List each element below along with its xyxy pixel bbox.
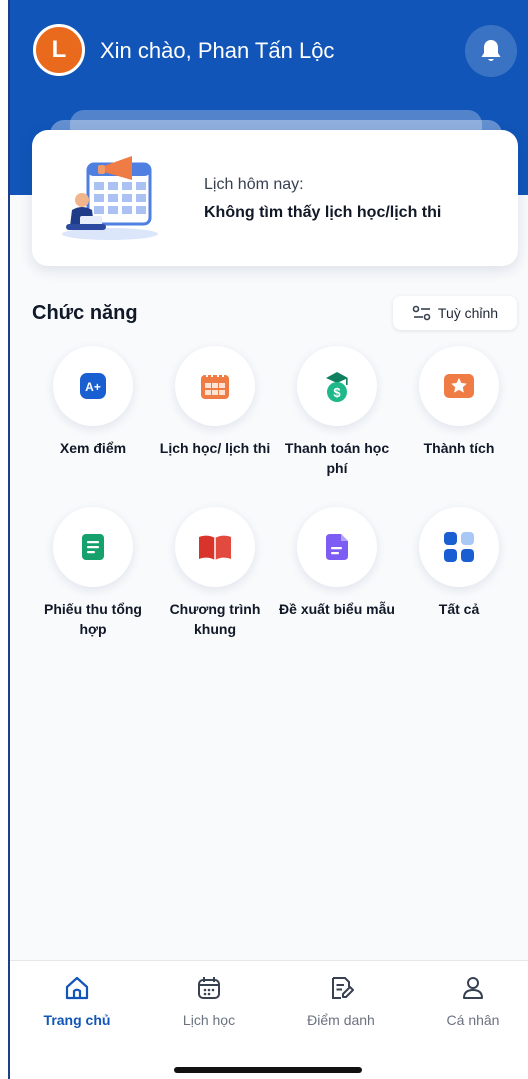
calendar-icon — [198, 977, 220, 999]
svg-text:$: $ — [333, 385, 341, 400]
schedule-value: Không tìm thấy lịch học/lịch thi — [204, 204, 442, 221]
feature-icon-circle — [419, 507, 499, 587]
feature-icon-circle: A+ — [53, 346, 133, 426]
nav-label: Cá nhân — [446, 1012, 500, 1028]
sliders-icon — [412, 305, 431, 321]
book-icon — [199, 535, 231, 560]
nav-item-ca-nhan[interactable]: Cá nhân — [408, 975, 528, 1028]
nav-item-trang-chu[interactable]: Trang chủ — [12, 975, 142, 1028]
nav-label: Điểm danh — [307, 1012, 375, 1028]
feature-icon-circle — [297, 507, 377, 587]
feature-label: Đề xuất biểu mẫu — [279, 601, 395, 617]
schedule-label: Lịch hôm nay: — [204, 176, 304, 193]
feature-chuong-trinh-khung[interactable]: Chương trình khung — [154, 507, 276, 639]
feature-de-xuat-bieu-mau[interactable]: Đề xuất biểu mẫu — [276, 507, 398, 619]
feature-tat-ca[interactable]: Tất cả — [398, 507, 520, 619]
form-icon — [326, 534, 348, 560]
feature-label: Lịch học/ lịch thi — [159, 440, 271, 456]
nav-item-lich-hoc[interactable]: Lịch học — [144, 975, 274, 1028]
notification-button[interactable] — [465, 25, 517, 77]
feature-label: Xem điểm — [59, 440, 127, 456]
features-title: Chức năng — [32, 302, 138, 324]
feature-label: Phiếu thu tổng hợp — [44, 601, 142, 637]
feature-label: Chương trình khung — [169, 601, 261, 637]
feature-label: Thành tích — [423, 440, 495, 456]
home-indicator[interactable] — [174, 1067, 362, 1073]
feature-icon-circle: $ — [297, 346, 377, 426]
receipt-icon — [82, 534, 104, 560]
calendar-icon — [201, 372, 229, 399]
feature-icon-circle — [53, 507, 133, 587]
feature-thanh-tich[interactable]: Thành tích — [398, 346, 520, 458]
feature-icon-circle — [175, 346, 255, 426]
bottom-nav: Trang chủ Lịch học Điểm danh Cá nhân — [10, 960, 528, 1079]
customize-button[interactable]: Tuỳ chỉnh — [393, 296, 517, 330]
feature-thanh-toan-hoc-phi[interactable]: $ Thanh toán học phí — [276, 346, 398, 478]
feature-phieu-thu-tong-hop[interactable]: Phiếu thu tổng hợp — [32, 507, 154, 639]
feature-label: Thanh toán học phí — [284, 440, 390, 476]
tuition-icon: $ — [326, 372, 348, 402]
feature-lich-hoc-lich-thi[interactable]: Lịch học/ lịch thi — [154, 346, 276, 458]
svg-text:A+: A+ — [85, 380, 101, 394]
app-screen: L Xin chào, Phan Tấn Lộc Lịch hôm nay: K… — [8, 0, 528, 1079]
user-icon — [463, 977, 483, 999]
nav-label: Lịch học — [182, 1012, 236, 1028]
greeting-text: Xin chào, Phan Tấn Lộc — [100, 38, 335, 63]
nav-label: Trang chủ — [43, 1012, 111, 1028]
attendance-icon — [332, 977, 354, 999]
feature-icon-circle — [175, 507, 255, 587]
feature-label: Tất cả — [438, 601, 480, 617]
customize-label: Tuỳ chỉnh — [437, 305, 499, 321]
today-schedule-card[interactable]: Lịch hôm nay: Không tìm thấy lịch học/lị… — [32, 130, 518, 266]
bell-icon — [481, 40, 501, 61]
schedule-illustration — [62, 156, 158, 240]
grid-icon — [444, 532, 474, 562]
feature-xem-diem[interactable]: A+ Xem điểm — [32, 346, 154, 458]
avatar[interactable]: L — [33, 24, 85, 76]
feature-icon-circle — [419, 346, 499, 426]
grade-icon: A+ — [80, 373, 106, 399]
achievement-icon — [444, 374, 474, 398]
nav-item-diem-danh[interactable]: Điểm danh — [276, 975, 406, 1028]
home-icon — [65, 976, 89, 1000]
